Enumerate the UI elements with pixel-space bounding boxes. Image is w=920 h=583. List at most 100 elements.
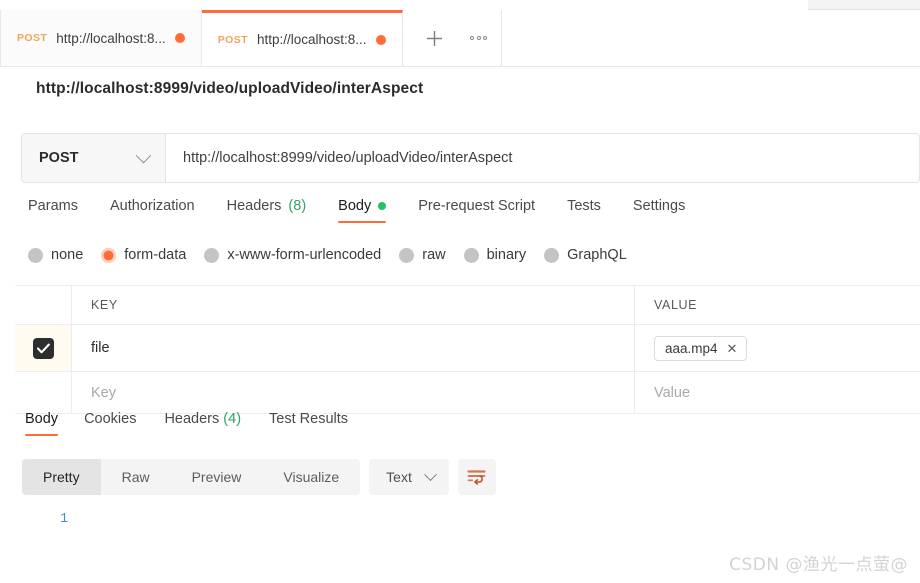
unsaved-indicator-icon: [375, 34, 386, 45]
view-mode-raw[interactable]: Raw: [101, 459, 171, 495]
http-method-label: POST: [39, 150, 79, 166]
tab-label: Body: [25, 411, 59, 427]
header-value: VALUE: [654, 298, 698, 312]
tab-label: Settings: [632, 198, 686, 214]
tab-url-label: http://localhost:8...: [56, 30, 166, 46]
tab-label: Cookies: [84, 411, 137, 427]
request-tab-1[interactable]: POST http://localhost:8...: [0, 10, 202, 66]
form-data-table: KEY VALUE file aaa.mp4 ✕ Key Value: [15, 285, 920, 414]
request-tab-bar: POST http://localhost:8... POST http://l…: [0, 10, 920, 67]
tab-label: Headers: [226, 198, 282, 214]
plus-icon: [427, 30, 443, 46]
radio-circle-icon: [204, 247, 220, 263]
tab-params[interactable]: Params: [22, 198, 94, 223]
request-tab-2[interactable]: POST http://localhost:8...: [201, 10, 403, 66]
header-key: KEY: [72, 286, 635, 324]
radio-label: GraphQL: [567, 247, 627, 263]
tab-count: (8): [288, 198, 307, 214]
radio-circle-icon: [544, 247, 560, 263]
response-section-tabs: Body Cookies Headers (4) Test Results: [22, 411, 362, 436]
watermark: CSDN @渔光一点萤@: [729, 555, 908, 575]
radio-label: x-www-form-urlencoded: [227, 247, 382, 263]
tab-method-label: POST: [17, 32, 48, 44]
response-tab-test-results[interactable]: Test Results: [255, 411, 362, 436]
tab-label: Authorization: [109, 198, 195, 214]
radio-label: none: [51, 247, 84, 263]
new-tab-button[interactable]: [413, 10, 457, 66]
page-title: http://localhost:8999/video/uploadVideo/…: [36, 80, 424, 97]
response-format-label: Text: [386, 469, 412, 485]
chevron-down-icon: [423, 467, 437, 481]
wrap-text-button[interactable]: [457, 459, 496, 495]
radio-label: binary: [486, 247, 527, 263]
radio-none[interactable]: none: [28, 247, 90, 263]
body-active-dot-icon: [378, 202, 387, 210]
tab-label: Headers: [164, 411, 220, 427]
new-key-input[interactable]: Key: [72, 372, 635, 413]
tab-label: Test Results: [269, 411, 349, 427]
row-key-input[interactable]: file: [72, 325, 635, 371]
tab-method-label: POST: [217, 33, 248, 46]
file-chip-label: aaa.mp4: [665, 340, 718, 356]
tab-options-button[interactable]: [457, 10, 501, 66]
radio-x-www-form-urlencoded[interactable]: x-www-form-urlencoded: [204, 247, 388, 263]
response-view-mode-group: Pretty Raw Preview Visualize: [22, 459, 361, 495]
new-value-input[interactable]: Value: [635, 372, 920, 413]
tab-label: Tests: [567, 198, 601, 214]
url-bar: POST http://localhost:8999/video/uploadV…: [21, 133, 920, 183]
tab-tests[interactable]: Tests: [551, 198, 617, 223]
radio-circle-icon: [28, 247, 43, 263]
row-checkbox[interactable]: [32, 337, 54, 359]
tab-authorization[interactable]: Authorization: [94, 198, 211, 223]
tab-pre-request-script[interactable]: Pre-request Script: [402, 198, 551, 223]
table-header-row: KEY VALUE: [15, 286, 920, 325]
tab-count: (4): [223, 411, 242, 427]
tab-url-label: http://localhost:8...: [256, 32, 367, 47]
tab-label: Params: [28, 198, 78, 214]
radio-label: raw: [422, 247, 446, 263]
response-view-toolbar: Pretty Raw Preview Visualize Text: [22, 459, 496, 495]
tab-label: Body: [338, 198, 372, 214]
wrap-text-icon: [467, 470, 486, 485]
http-method-select[interactable]: POST: [22, 134, 166, 182]
body-type-radio-group: none form-data x-www-form-urlencoded raw…: [28, 247, 634, 263]
tab-label: Pre-request Script: [418, 198, 536, 214]
ellipsis-icon: [476, 36, 481, 40]
response-tab-body[interactable]: Body: [22, 411, 70, 436]
tab-bar-actions: [403, 10, 502, 66]
file-chip[interactable]: aaa.mp4 ✕: [654, 335, 748, 361]
response-tab-cookies[interactable]: Cookies: [70, 411, 150, 436]
radio-circle-icon: [463, 247, 479, 263]
radio-form-data[interactable]: form-data: [101, 247, 193, 263]
radio-graphql[interactable]: GraphQL: [544, 247, 634, 263]
response-format-select[interactable]: Text: [369, 459, 449, 495]
remove-file-icon[interactable]: ✕: [727, 342, 738, 355]
tab-headers[interactable]: Headers (8): [211, 198, 323, 223]
view-mode-visualize[interactable]: Visualize: [262, 459, 360, 495]
url-input[interactable]: http://localhost:8999/video/uploadVideo/…: [166, 134, 919, 182]
radio-binary[interactable]: binary: [463, 247, 534, 263]
table-row: file aaa.mp4 ✕: [15, 325, 920, 372]
radio-raw[interactable]: raw: [399, 247, 452, 263]
empty-checkbox-cell: [15, 372, 72, 413]
check-icon: [36, 343, 50, 353]
table-empty-row: Key Value: [15, 372, 920, 414]
chevron-down-icon: [135, 147, 152, 163]
view-mode-preview[interactable]: Preview: [171, 459, 263, 495]
line-number-1: 1: [60, 512, 69, 527]
request-section-tabs: Params Authorization Headers (8) Body Pr…: [22, 198, 701, 223]
row-value-cell: aaa.mp4 ✕: [635, 325, 920, 371]
row-checkbox-cell: [15, 325, 72, 371]
unsaved-indicator-icon: [174, 33, 185, 43]
radio-label: form-data: [124, 247, 187, 263]
view-mode-pretty[interactable]: Pretty: [22, 459, 101, 495]
header-checkbox-cell: [15, 286, 72, 324]
ellipsis-icon: [483, 36, 488, 40]
radio-circle-selected-icon: [101, 247, 117, 263]
response-tab-headers[interactable]: Headers (4): [150, 411, 255, 436]
radio-circle-icon: [399, 247, 415, 263]
window-chrome-strip: [808, 0, 920, 10]
tab-settings[interactable]: Settings: [617, 198, 701, 223]
tab-body[interactable]: Body: [322, 198, 402, 223]
ellipsis-icon: [470, 36, 475, 40]
